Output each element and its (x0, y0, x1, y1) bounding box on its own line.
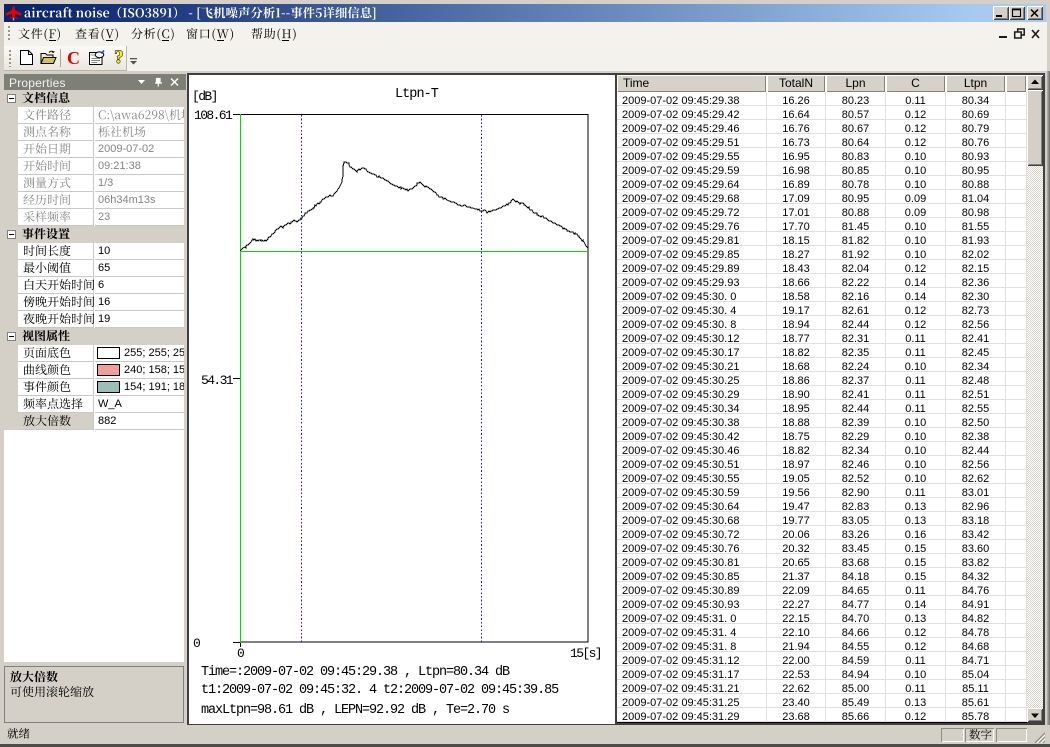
svg-text:?: ? (114, 48, 124, 66)
